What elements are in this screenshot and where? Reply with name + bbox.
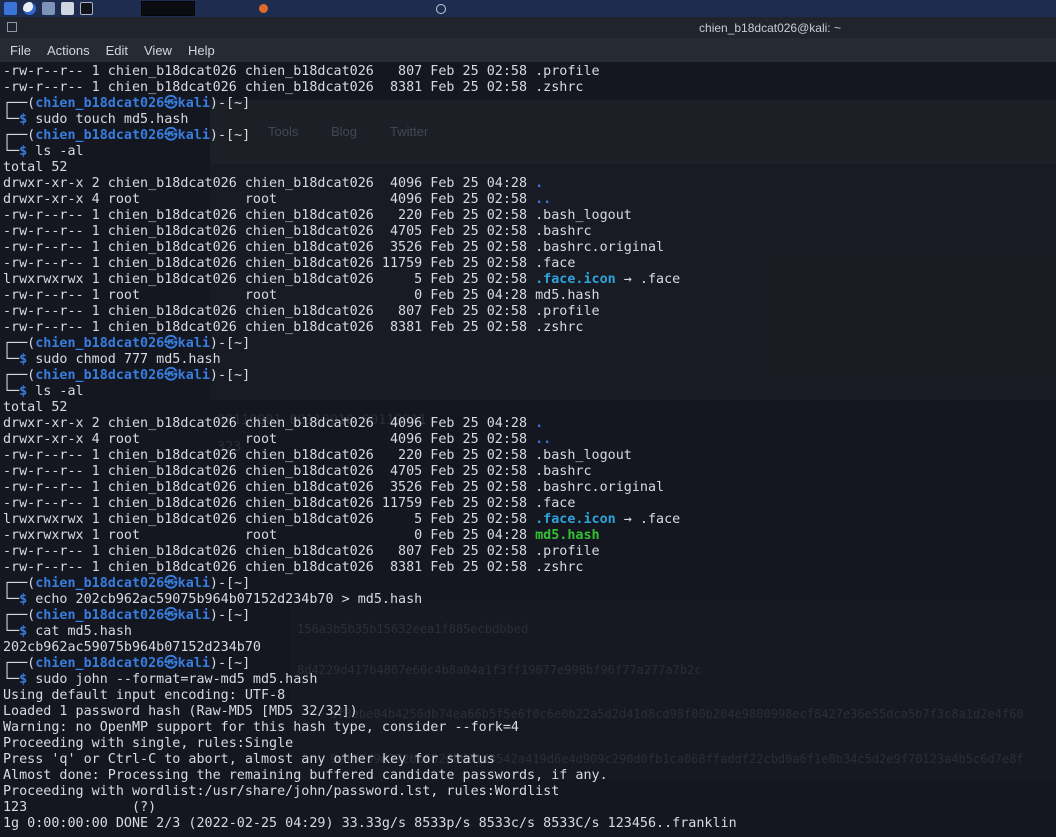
- terminal-line: -rw-r--r-- 1 chien_b18dcat026 chien_b18d…: [3, 80, 737, 96]
- window-menu-icon[interactable]: [7, 22, 17, 32]
- desktop: chien_b18dcat026@kali: ~ File Actions Ed…: [0, 0, 1056, 837]
- menu-file[interactable]: File: [2, 43, 39, 58]
- menu-edit[interactable]: Edit: [98, 43, 136, 58]
- recording-icon[interactable]: [259, 4, 268, 13]
- terminal-line: -rw-r--r-- 1 chien_b18dcat026 chien_b18d…: [3, 64, 737, 80]
- window-titlebar[interactable]: chien_b18dcat026@kali: ~: [0, 17, 1056, 38]
- browser-icon[interactable]: [23, 2, 36, 15]
- terminal-line: lrwxrwxrwx 1 chien_b18dcat026 chien_b18d…: [3, 512, 737, 528]
- text-editor-icon[interactable]: [61, 2, 74, 15]
- terminal-line: -rw-r--r-- 1 chien_b18dcat026 chien_b18d…: [3, 480, 737, 496]
- terminal-line: └─$ ls -al: [3, 144, 737, 160]
- terminal-line: Almost done: Processing the remaining bu…: [3, 768, 737, 784]
- terminal-line: drwxr-xr-x 4 root root 4096 Feb 25 02:58…: [3, 192, 737, 208]
- terminal-line: ┌──(chien_b18dcat026㉿kali)-[~]: [3, 656, 737, 672]
- terminal-line: └─$ sudo chmod 777 md5.hash: [3, 352, 737, 368]
- terminal-line: drwxr-xr-x 2 chien_b18dcat026 chien_b18d…: [3, 176, 737, 192]
- terminal-line: 1g 0:00:00:00 DONE 2/3 (2022-02-25 04:29…: [3, 816, 737, 832]
- folder-icon[interactable]: [42, 2, 55, 15]
- terminal-line: drwxr-xr-x 4 root root 4096 Feb 25 02:58…: [3, 432, 737, 448]
- terminal-line: ┌──(chien_b18dcat026㉿kali)-[~]: [3, 576, 737, 592]
- terminal-line: -rw-r--r-- 1 chien_b18dcat026 chien_b18d…: [3, 240, 737, 256]
- terminal-line: -rw-r--r-- 1 chien_b18dcat026 chien_b18d…: [3, 448, 737, 464]
- terminal-line: -rw-r--r-- 1 chien_b18dcat026 chien_b18d…: [3, 304, 737, 320]
- terminal-line: lrwxrwxrwx 1 chien_b18dcat026 chien_b18d…: [3, 272, 737, 288]
- terminal-line: Press 'q' or Ctrl-C to abort, almost any…: [3, 752, 737, 768]
- taskbar: [0, 0, 1056, 17]
- terminal-line: Using default input encoding: UTF-8: [3, 688, 737, 704]
- terminal-line: └─$ ls -al: [3, 384, 737, 400]
- terminal[interactable]: Tools Blog Twitter 00110001 00110010 001…: [0, 62, 1056, 837]
- terminal-line: -rw-r--r-- 1 chien_b18dcat026 chien_b18d…: [3, 208, 737, 224]
- kali-menu-icon[interactable]: [4, 2, 17, 15]
- menu-help[interactable]: Help: [180, 43, 223, 58]
- menu-actions[interactable]: Actions: [39, 43, 98, 58]
- terminal-line: 123 (?): [3, 800, 737, 816]
- terminal-line: ┌──(chien_b18dcat026㉿kali)-[~]: [3, 368, 737, 384]
- terminal-line: Proceeding with single, rules:Single: [3, 736, 737, 752]
- terminal-output: -rw-r--r-- 1 chien_b18dcat026 chien_b18d…: [3, 64, 737, 832]
- terminal-line: -rw-r--r-- 1 chien_b18dcat026 chien_b18d…: [3, 464, 737, 480]
- clock-icon: [436, 4, 446, 14]
- terminal-line: -rw-r--r-- 1 chien_b18dcat026 chien_b18d…: [3, 560, 737, 576]
- terminal-line: Warning: no OpenMP support for this hash…: [3, 720, 737, 736]
- terminal-line: └─$ sudo touch md5.hash: [3, 112, 737, 128]
- terminal-line: -rw-r--r-- 1 chien_b18dcat026 chien_b18d…: [3, 496, 737, 512]
- terminal-line: ┌──(chien_b18dcat026㉿kali)-[~]: [3, 608, 737, 624]
- terminal-line: Loaded 1 password hash (Raw-MD5 [MD5 32/…: [3, 704, 737, 720]
- active-window-button[interactable]: [141, 1, 195, 16]
- menubar: File Actions Edit View Help: [0, 38, 1056, 62]
- terminal-line: total 52: [3, 400, 737, 416]
- terminal-line: -rwxrwxrwx 1 root root 0 Feb 25 04:28 md…: [3, 528, 737, 544]
- terminal-line: -rw-r--r-- 1 chien_b18dcat026 chien_b18d…: [3, 320, 737, 336]
- terminal-line: drwxr-xr-x 2 chien_b18dcat026 chien_b18d…: [3, 416, 737, 432]
- terminal-launcher-icon[interactable]: [80, 2, 93, 15]
- terminal-line: ┌──(chien_b18dcat026㉿kali)-[~]: [3, 128, 737, 144]
- terminal-line: ┌──(chien_b18dcat026㉿kali)-[~]: [3, 96, 737, 112]
- terminal-line: ┌──(chien_b18dcat026㉿kali)-[~]: [3, 336, 737, 352]
- terminal-line: -rw-r--r-- 1 chien_b18dcat026 chien_b18d…: [3, 256, 737, 272]
- terminal-line: -rw-r--r-- 1 chien_b18dcat026 chien_b18d…: [3, 224, 737, 240]
- terminal-line: 202cb962ac59075b964b07152d234b70: [3, 640, 737, 656]
- terminal-line: └─$ sudo john --format=raw-md5 md5.hash: [3, 672, 737, 688]
- terminal-line: -rw-r--r-- 1 chien_b18dcat026 chien_b18d…: [3, 544, 737, 560]
- menu-view[interactable]: View: [136, 43, 180, 58]
- terminal-line: total 52: [3, 160, 737, 176]
- terminal-line: -rw-r--r-- 1 root root 0 Feb 25 04:28 md…: [3, 288, 737, 304]
- terminal-line: Proceeding with wordlist:/usr/share/john…: [3, 784, 737, 800]
- terminal-line: └─$ echo 202cb962ac59075b964b07152d234b7…: [3, 592, 737, 608]
- window-title: chien_b18dcat026@kali: ~: [640, 21, 900, 35]
- terminal-line: └─$ cat md5.hash: [3, 624, 737, 640]
